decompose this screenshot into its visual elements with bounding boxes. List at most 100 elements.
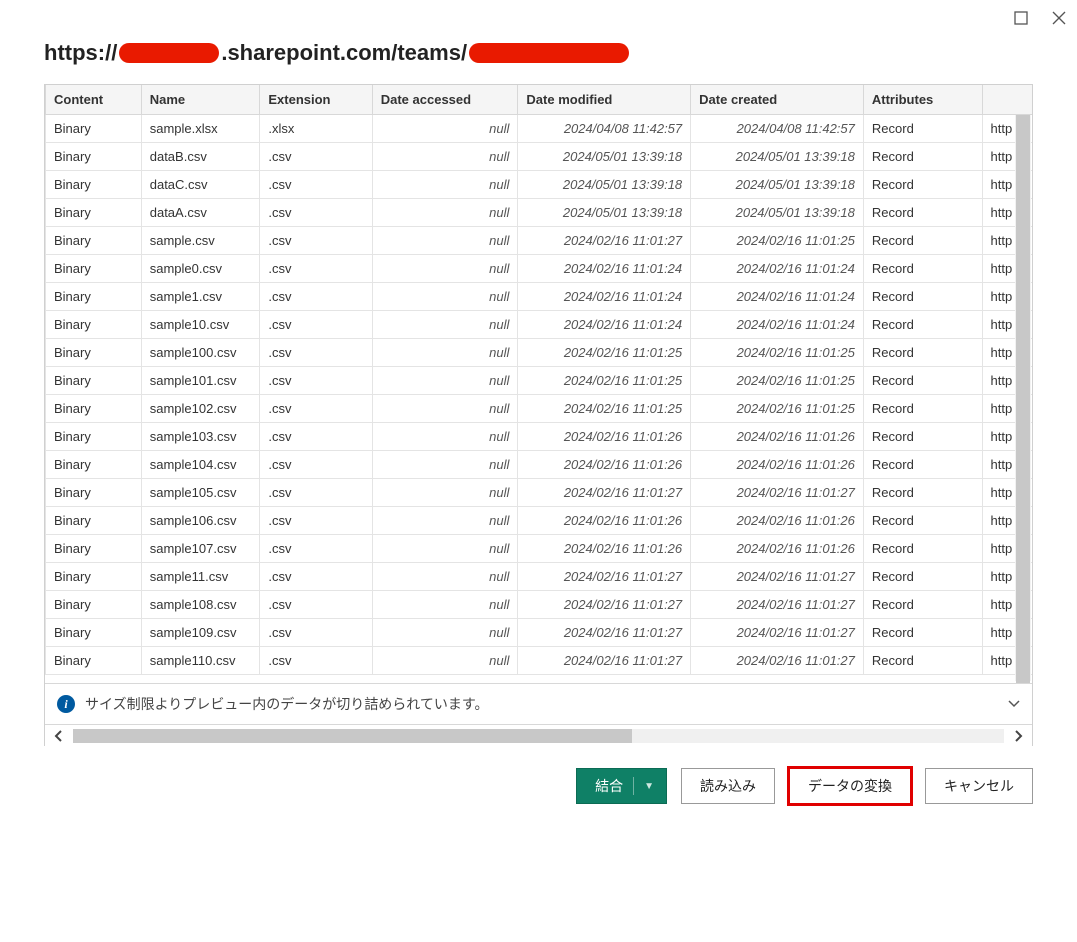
- cancel-button[interactable]: キャンセル: [925, 768, 1033, 804]
- cell-attributes: Record: [863, 563, 982, 591]
- col-extension-header[interactable]: Extension: [260, 85, 372, 115]
- cell-date-accessed: null: [372, 619, 518, 647]
- cell-date-created: 2024/05/01 13:39:18: [691, 199, 864, 227]
- table-row[interactable]: Binarysample109.csv.csvnull2024/02/16 11…: [46, 619, 1033, 647]
- cell-extension: .csv: [260, 367, 372, 395]
- maximize-icon[interactable]: [1011, 8, 1031, 28]
- cell-date-accessed: null: [372, 311, 518, 339]
- vertical-scrollbar[interactable]: [1015, 115, 1031, 681]
- cell-name: dataC.csv: [141, 171, 260, 199]
- close-icon[interactable]: [1049, 8, 1069, 28]
- cell-date-accessed: null: [372, 143, 518, 171]
- col-name-header[interactable]: Name: [141, 85, 260, 115]
- cell-name: sample104.csv: [141, 451, 260, 479]
- table-row[interactable]: Binarysample106.csv.csvnull2024/02/16 11…: [46, 507, 1033, 535]
- col-attributes-header[interactable]: Attributes: [863, 85, 982, 115]
- cell-content: Binary: [46, 591, 142, 619]
- table-row[interactable]: BinarydataC.csv.csvnull2024/05/01 13:39:…: [46, 171, 1033, 199]
- info-message: サイズ制限よりプレビュー内のデータが切り詰められています。: [85, 694, 488, 714]
- cell-extension: .csv: [260, 563, 372, 591]
- page-title: https:// .sharepoint.com/teams/: [44, 40, 1033, 66]
- cell-attributes: Record: [863, 115, 982, 143]
- table-row[interactable]: Binarysample107.csv.csvnull2024/02/16 11…: [46, 535, 1033, 563]
- cell-content: Binary: [46, 395, 142, 423]
- vertical-scrollbar-thumb[interactable]: [1016, 115, 1030, 683]
- cell-date-accessed: null: [372, 171, 518, 199]
- cell-extension: .csv: [260, 339, 372, 367]
- cell-content: Binary: [46, 171, 142, 199]
- cell-content: Binary: [46, 479, 142, 507]
- cell-date-accessed: null: [372, 451, 518, 479]
- chevron-down-icon[interactable]: [1006, 695, 1022, 714]
- cell-date-created: 2024/02/16 11:01:26: [691, 451, 864, 479]
- horizontal-scrollbar-track[interactable]: [73, 729, 1004, 743]
- table-row[interactable]: Binarysample102.csv.csvnull2024/02/16 11…: [46, 395, 1033, 423]
- table-row[interactable]: Binarysample11.csv.csvnull2024/02/16 11:…: [46, 563, 1033, 591]
- cell-extension: .csv: [260, 171, 372, 199]
- cell-name: sample100.csv: [141, 339, 260, 367]
- col-date-modified-header[interactable]: Date modified: [518, 85, 691, 115]
- cell-content: Binary: [46, 255, 142, 283]
- cell-attributes: Record: [863, 143, 982, 171]
- table-row[interactable]: Binarysample.xlsx.xlsxnull2024/04/08 11:…: [46, 115, 1033, 143]
- cell-content: Binary: [46, 143, 142, 171]
- col-folder-path-header[interactable]: [982, 85, 1032, 115]
- scroll-right-arrow-icon[interactable]: [1004, 725, 1032, 746]
- table-row[interactable]: BinarydataB.csv.csvnull2024/05/01 13:39:…: [46, 143, 1033, 171]
- cell-content: Binary: [46, 339, 142, 367]
- cell-date-modified: 2024/02/16 11:01:27: [518, 619, 691, 647]
- table-row[interactable]: Binarysample104.csv.csvnull2024/02/16 11…: [46, 451, 1033, 479]
- table-row[interactable]: Binarysample108.csv.csvnull2024/02/16 11…: [46, 591, 1033, 619]
- cell-date-created: 2024/02/16 11:01:26: [691, 423, 864, 451]
- cell-date-created: 2024/02/16 11:01:27: [691, 563, 864, 591]
- table-row[interactable]: Binarysample105.csv.csvnull2024/02/16 11…: [46, 479, 1033, 507]
- cell-date-created: 2024/02/16 11:01:27: [691, 479, 864, 507]
- button-bar: 結合 ▼ 読み込み データの変換 キャンセル: [44, 768, 1033, 804]
- table-row[interactable]: BinarydataA.csv.csvnull2024/05/01 13:39:…: [46, 199, 1033, 227]
- col-content-header[interactable]: Content: [46, 85, 142, 115]
- table-row[interactable]: Binarysample10.csv.csvnull2024/02/16 11:…: [46, 311, 1033, 339]
- cell-date-created: 2024/02/16 11:01:25: [691, 339, 864, 367]
- table-row[interactable]: Binarysample1.csv.csvnull2024/02/16 11:0…: [46, 283, 1033, 311]
- cell-attributes: Record: [863, 423, 982, 451]
- horizontal-scrollbar-thumb[interactable]: [73, 729, 632, 743]
- scroll-left-arrow-icon[interactable]: [45, 725, 73, 746]
- cell-attributes: Record: [863, 535, 982, 563]
- cell-name: sample108.csv: [141, 591, 260, 619]
- load-button[interactable]: 読み込み: [681, 768, 775, 804]
- cell-attributes: Record: [863, 171, 982, 199]
- cell-attributes: Record: [863, 395, 982, 423]
- cell-date-created: 2024/02/16 11:01:24: [691, 255, 864, 283]
- cell-name: sample109.csv: [141, 619, 260, 647]
- cell-attributes: Record: [863, 199, 982, 227]
- table-row[interactable]: Binarysample100.csv.csvnull2024/02/16 11…: [46, 339, 1033, 367]
- table-row[interactable]: Binarysample.csv.csvnull2024/02/16 11:01…: [46, 227, 1033, 255]
- cell-date-modified: 2024/02/16 11:01:26: [518, 423, 691, 451]
- col-date-created-header[interactable]: Date created: [691, 85, 864, 115]
- cell-date-created: 2024/02/16 11:01:26: [691, 535, 864, 563]
- table-row[interactable]: Binarysample101.csv.csvnull2024/02/16 11…: [46, 367, 1033, 395]
- cell-content: Binary: [46, 619, 142, 647]
- transform-data-button[interactable]: データの変換: [789, 768, 911, 804]
- cell-date-modified: 2024/02/16 11:01:25: [518, 395, 691, 423]
- cell-date-created: 2024/02/16 11:01:25: [691, 227, 864, 255]
- combine-button[interactable]: 結合 ▼: [576, 768, 667, 804]
- cell-extension: .csv: [260, 199, 372, 227]
- table-row[interactable]: Binarysample0.csv.csvnull2024/02/16 11:0…: [46, 255, 1033, 283]
- cell-date-accessed: null: [372, 479, 518, 507]
- cell-date-accessed: null: [372, 647, 518, 675]
- cell-attributes: Record: [863, 227, 982, 255]
- col-date-accessed-header[interactable]: Date accessed: [372, 85, 518, 115]
- cell-date-accessed: null: [372, 227, 518, 255]
- cell-name: sample102.csv: [141, 395, 260, 423]
- cell-extension: .csv: [260, 479, 372, 507]
- horizontal-scrollbar[interactable]: [45, 724, 1032, 746]
- cell-extension: .csv: [260, 283, 372, 311]
- cell-date-accessed: null: [372, 367, 518, 395]
- cell-name: sample110.csv: [141, 647, 260, 675]
- table-row[interactable]: Binarysample103.csv.csvnull2024/02/16 11…: [46, 423, 1033, 451]
- cell-name: sample.xlsx: [141, 115, 260, 143]
- cell-date-accessed: null: [372, 199, 518, 227]
- cell-content: Binary: [46, 283, 142, 311]
- table-row[interactable]: Binarysample110.csv.csvnull2024/02/16 11…: [46, 647, 1033, 675]
